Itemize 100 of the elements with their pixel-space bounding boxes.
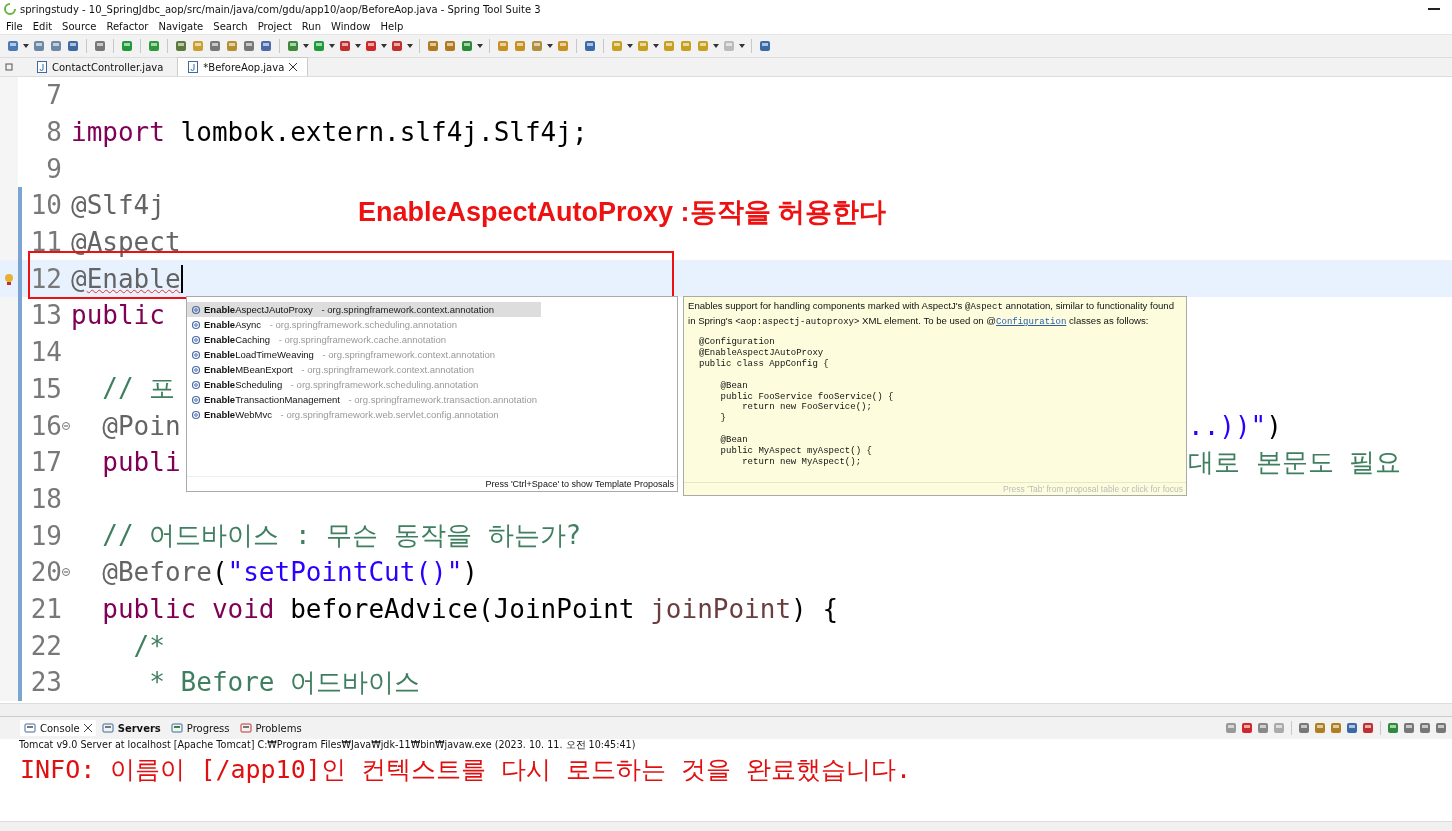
menu-item[interactable]: Refactor — [106, 20, 149, 32]
collapse-icon[interactable] — [62, 568, 70, 577]
view-tab[interactable]: Problems — [235, 720, 306, 736]
view-tab[interactable]: Console — [20, 720, 96, 736]
view-tab[interactable]: Servers — [97, 720, 165, 736]
close-icon[interactable] — [289, 63, 298, 71]
line-number: 11 — [29, 227, 62, 258]
dropdown-caret-icon[interactable] — [407, 44, 413, 48]
code-example: @Configuration @EnableAspectJAutoProxy public class AppConfig { @Bean public FooService fooService() { return new FooService(); } @Bean public MyAspect myAspect() { return new MyAspect(); — [699, 337, 895, 468]
menu-item[interactable]: Navigate — [158, 20, 204, 32]
java-file-icon — [37, 61, 47, 73]
code-token: ) — [1266, 410, 1282, 441]
dropdown-caret-icon[interactable] — [739, 44, 745, 48]
dropdown-caret-icon[interactable] — [627, 44, 633, 48]
view-tab[interactable]: Progress — [166, 720, 234, 736]
popup-footer: Press 'Ctrl+Space' to show Template Proposals — [187, 476, 677, 491]
progress-icon — [170, 722, 183, 734]
code-token: ) — [462, 557, 478, 588]
line-number: 14 — [29, 337, 62, 368]
line-number: 13 — [29, 300, 62, 331]
menu-item[interactable]: Project — [257, 20, 292, 32]
horizontal-scrollbar[interactable] — [0, 821, 1452, 831]
dropdown-caret-icon[interactable] — [329, 44, 335, 48]
menu-item[interactable]: Run — [301, 20, 322, 32]
code-token: public — [71, 300, 165, 331]
line-number: 12 — [29, 263, 62, 294]
editor-tab[interactable]: ContactController.java — [27, 58, 174, 76]
close-icon[interactable] — [83, 724, 92, 732]
line-number: 22 — [29, 630, 62, 661]
annotation-type-icon — [191, 304, 201, 315]
dropdown-caret-icon[interactable] — [381, 44, 387, 48]
line-number: 16 — [29, 410, 62, 441]
line-number: 7 — [45, 80, 62, 111]
menu-item[interactable]: Edit — [32, 20, 53, 32]
proposal-item[interactable]: EnableAsync - org.springframework.scheduling.annotation — [187, 317, 541, 332]
dropdown-caret-icon[interactable] — [547, 44, 553, 48]
annotation-note: EnableAspectAutoProxy :동작을 허용한다 — [358, 196, 887, 229]
console-description: Tomcat v9.0 Server at localhost [Apache Tomcat] C:₩Program Files₩Java₩jdk-11₩bin₩javaw.exe (2023. 10. 11. 오전 10:45:41) — [18, 739, 637, 751]
line-number: 17 — [29, 447, 62, 478]
menu-item[interactable]: Search — [213, 20, 248, 32]
dropdown-caret-icon[interactable] — [653, 44, 659, 48]
menu-item[interactable]: File — [6, 20, 23, 32]
proposal-item[interactable]: EnableWebMvc - org.springframework.web.servlet.config.annotation — [187, 407, 541, 422]
window-title: springstudy - 10_SpringJdbc_aop/src/main/java/com/gdu/app10/aop/BeforeAop.java - Spring Tool Suite 3 — [20, 3, 541, 15]
line-number: 23 — [29, 667, 62, 698]
console-output-line: INFO: 이름이 [/app10]인 컨텍스트를 다시 로드하는 것을 완료했습니다. — [19, 754, 913, 786]
proposal-item[interactable]: EnableLoadTimeWeaving - org.springframework.context.annotation — [187, 347, 541, 362]
code-token: @Slf4j — [71, 190, 165, 221]
code-token: // 포 — [101, 372, 176, 406]
annotation-type-icon — [191, 349, 201, 360]
proposal-item[interactable]: EnableCaching - org.springframework.cache.annotation — [187, 332, 541, 347]
annotation-type-icon — [191, 334, 201, 345]
proposal-item[interactable]: EnableScheduling - org.springframework.scheduling.annotation — [187, 377, 541, 392]
code-token: "setPointCut()" — [227, 557, 463, 588]
line-number: 15 — [29, 373, 62, 404]
collapse-icon[interactable] — [62, 421, 70, 430]
code-token: ) { — [791, 593, 839, 624]
code-token: beforeAdvice(JoinPoint — [289, 593, 636, 624]
dropdown-caret-icon[interactable] — [713, 44, 719, 48]
dropdown-caret-icon[interactable] — [303, 44, 309, 48]
warning-lightbulb-icon[interactable] — [4, 272, 14, 285]
console-icon — [24, 722, 36, 734]
java-file-icon — [188, 61, 199, 73]
code-token: ( — [211, 557, 228, 588]
code-token: /* — [132, 630, 165, 661]
code-token: import — [71, 117, 165, 148]
line-number: 10 — [29, 190, 62, 221]
proposal-item[interactable]: EnableTransactionManagement - org.springframework.transaction.annotation — [187, 392, 541, 407]
line-number: 8 — [45, 117, 62, 148]
annotation-type-icon — [191, 379, 201, 390]
menu-item[interactable]: Source — [62, 20, 97, 32]
code-token: publi — [101, 447, 181, 478]
error-token: Enable — [86, 263, 181, 294]
line-number: 21 — [29, 593, 62, 624]
menu-item[interactable]: Window — [331, 20, 371, 32]
proposal-item[interactable]: EnableMBeanExport - org.springframework.context.annotation — [187, 362, 541, 377]
code-token: @Before — [101, 557, 212, 588]
javadoc-description: Enables support for handling components marked with AspectJ's @Aspect annotation, similar to functionality found in Spring's <aop:aspectj-autoproxy> XML element. To be used on @Configuration classes as follows: — [688, 299, 1176, 329]
servers-icon — [101, 722, 114, 734]
code-token: @ — [71, 263, 87, 294]
code-token: 대로 본문도 필요 — [1188, 446, 1402, 477]
line-number: 19 — [29, 520, 62, 551]
horizontal-scrollbar[interactable] — [0, 703, 1452, 716]
menu-item[interactable]: Help — [380, 20, 404, 32]
line-number: 18 — [29, 483, 62, 514]
app-logo-icon — [4, 3, 16, 15]
configuration-link[interactable]: Configuration — [996, 317, 1067, 327]
dropdown-caret-icon[interactable] — [477, 44, 483, 48]
proposal-item[interactable]: EnableAspectJAutoProxy - org.springframework.context.annotation — [187, 302, 541, 317]
line-number: 20 — [29, 557, 62, 588]
code-token: joinPoint — [650, 593, 792, 624]
dropdown-caret-icon[interactable] — [355, 44, 361, 48]
code-token: @Aspect — [71, 227, 181, 258]
dropdown-caret-icon[interactable] — [23, 44, 29, 48]
annotation-type-icon — [191, 319, 201, 330]
annotation-type-icon — [191, 394, 201, 405]
code-token: public void — [101, 593, 275, 624]
annotation-type-icon — [191, 364, 201, 375]
code-token: ..))" — [1188, 410, 1267, 441]
editor-tab[interactable]: *BeforeAop.java — [177, 57, 309, 76]
